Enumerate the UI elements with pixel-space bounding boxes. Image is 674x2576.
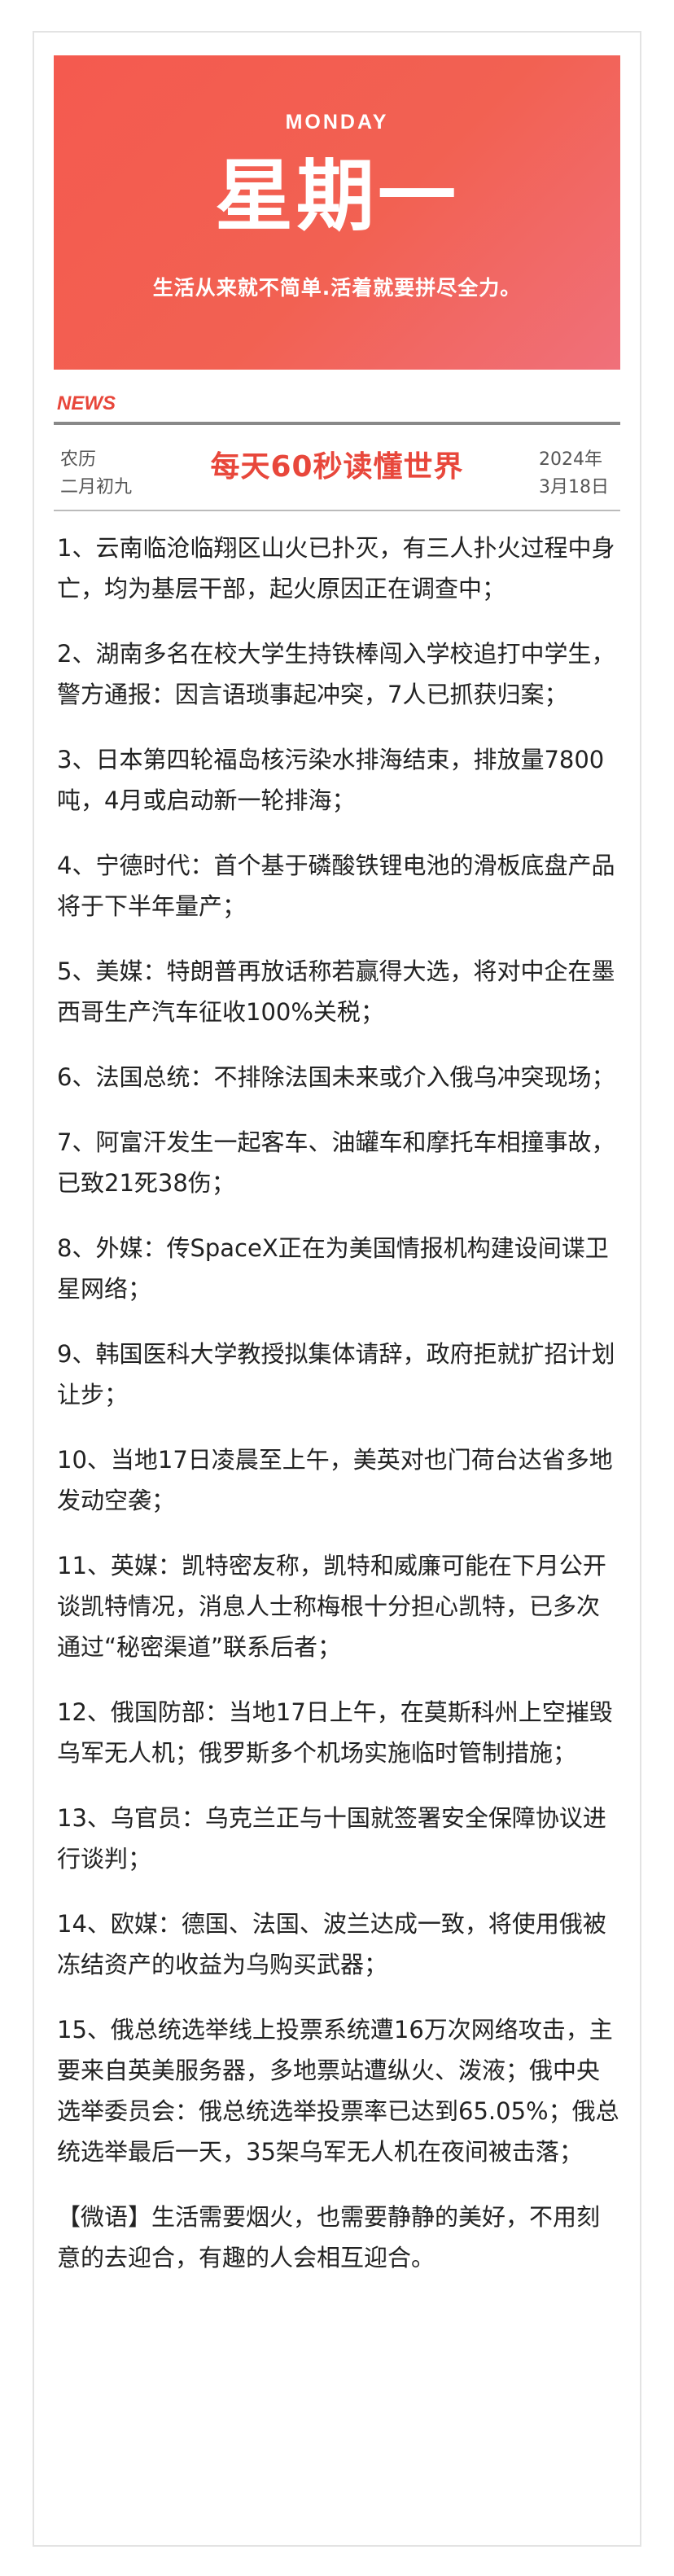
- date-year: 2024年: [539, 449, 602, 470]
- daily-quote: 【微语】生活需要烟火，也需要静静的美好，不用刻意的去迎合，有趣的人会相互迎合。: [57, 2197, 620, 2278]
- news-item: 8、外媒：传SpaceX正在为美国情报机构建设间谍卫星网络；: [57, 1234, 609, 1303]
- news-item: 14、欧媒：德国、法国、波兰达成一致，将使用俄被冻结资产的收益为乌购买武器；: [57, 1910, 606, 1978]
- news-item: 13、乌官员：乌克兰正与十国就签署安全保障协议进行谈判；: [57, 1804, 606, 1873]
- news-item: 11、英媒：凯特密友称，凯特和威廉可能在下月公开谈凯特情况，消息人士称梅根十分担…: [57, 1552, 606, 1661]
- news-item: 15、俄总统选举线上投票系统遭16万次网络攻击，主要来自英美服务器，多地票站遭纵…: [57, 2016, 619, 2166]
- weekday-english: MONDAY: [285, 111, 389, 134]
- daily-quote-text: 【微语】生活需要烟火，也需要静静的美好，不用刻意的去迎合，有趣的人会相互迎合。: [57, 2203, 601, 2272]
- news-label: NEWS: [57, 392, 116, 414]
- news-list: 1、云南临沧临翔区山火已扑灭，有三人扑火过程中身亡，均为基层干部，起火原因正在调…: [57, 528, 620, 2302]
- news-item: 10、当地17日凌晨至上午，美英对也门荷台达省多地发动空袭；: [57, 1446, 613, 1514]
- date-month-day: 3月18日: [539, 477, 609, 497]
- header-divider-top: [54, 422, 620, 425]
- news-item: 5、美媒：特朗普再放话称若赢得大选，将对中企在墨西哥生产汽车征收100%关税；: [57, 957, 615, 1026]
- calendar-date: 2024年 3月18日: [539, 446, 609, 502]
- news-item: 7、阿富汗发生一起客车、油罐车和摩托车相撞事故，已致21死38伤；: [57, 1128, 615, 1197]
- news-item: 3、日本第四轮福岛核污染水排海结束，排放量7800吨，4月或启动新一轮排海；: [57, 746, 605, 814]
- news-item: 12、俄国防部：当地17日上午，在莫斯科州上空摧毁乌军无人机；俄罗斯多个机场实施…: [57, 1698, 613, 1767]
- banner-motto: 生活从来就不简单.活着就要拼尽全力。: [152, 276, 522, 300]
- news-item: 6、法国总统：不排除法国未来或介入俄乌冲突现场；: [57, 1063, 615, 1091]
- news-item: 4、宁德时代：首个基于磷酸铁锂电池的滑板底盘产品将于下半年量产；: [57, 852, 615, 920]
- news-item: 2、湖南多名在校大学生持铁棒闯入学校追打中学生，警方通报：因言语琐事起冲突，7人…: [57, 640, 615, 708]
- header-divider-bottom: [54, 510, 620, 511]
- weekday-chinese: 星期一: [215, 150, 459, 242]
- news-item: 9、韩国医科大学教授拟集体请辞，政府拒就扩招计划让步；: [57, 1340, 615, 1408]
- news-item: 1、云南临沧临翔区山火已扑灭，有三人扑火过程中身亡，均为基层干部，起火原因正在调…: [57, 534, 615, 602]
- weekday-banner: MONDAY 星期一 生活从来就不简单.活着就要拼尽全力。: [54, 55, 620, 370]
